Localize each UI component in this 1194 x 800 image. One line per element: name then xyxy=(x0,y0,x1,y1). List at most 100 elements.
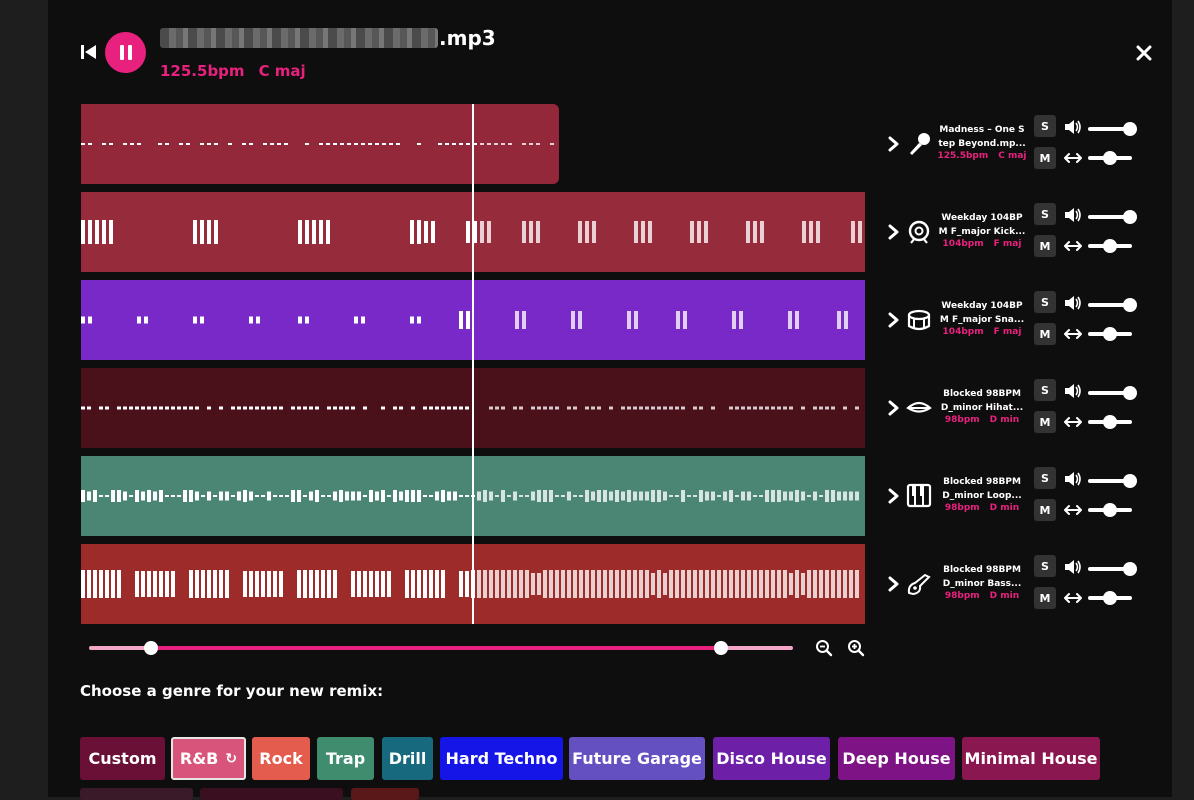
solo-button[interactable]: S xyxy=(1034,555,1056,577)
waveform-bar xyxy=(480,143,484,145)
zoom-in-icon[interactable] xyxy=(847,639,865,657)
waveform-bar xyxy=(111,570,115,598)
waveform-bar xyxy=(699,406,703,410)
pause-button[interactable] xyxy=(105,32,146,73)
waveform-bar xyxy=(855,406,859,410)
genre-chip-disco-house[interactable]: Disco House xyxy=(713,737,830,780)
volume-slider[interactable] xyxy=(1088,210,1137,224)
zoom-start-handle[interactable] xyxy=(144,641,158,655)
mute-button[interactable]: M xyxy=(1034,499,1056,521)
solo-button[interactable]: S xyxy=(1034,203,1056,225)
solo-button[interactable]: S xyxy=(1034,467,1056,489)
waveform-bar xyxy=(305,316,309,324)
waveform-bar xyxy=(483,570,487,598)
mute-button[interactable]: M xyxy=(1034,411,1056,433)
pan-icon xyxy=(1064,593,1082,603)
waveform-bar xyxy=(147,571,151,597)
track-lane-vocal[interactable] xyxy=(81,104,559,184)
pan-slider[interactable] xyxy=(1088,591,1132,605)
waveform-bar xyxy=(351,406,355,410)
waveform-bar xyxy=(597,406,601,410)
zoom-range-slider[interactable] xyxy=(89,641,793,655)
volume-slider[interactable] xyxy=(1088,386,1137,400)
refresh-icon[interactable]: ↻ xyxy=(225,751,237,767)
genre-chip-next-row[interactable] xyxy=(351,788,419,800)
genre-chip-trap[interactable]: Trap xyxy=(317,737,374,780)
volume-slider[interactable] xyxy=(1088,474,1137,488)
waveform-bar xyxy=(438,143,442,145)
pan-slider[interactable] xyxy=(1088,239,1132,253)
track-name: Blocked 98BPM D_minor Hihat... xyxy=(936,387,1028,415)
genre-chip-hard-techno[interactable]: Hard Techno xyxy=(440,737,563,780)
waveform-bar xyxy=(813,406,817,410)
waveform-bar xyxy=(536,221,540,243)
pan-knob[interactable] xyxy=(1103,239,1117,253)
mute-button[interactable]: M xyxy=(1034,147,1056,169)
volume-knob[interactable] xyxy=(1122,298,1137,312)
chevron-right-icon[interactable] xyxy=(886,575,900,593)
mute-button[interactable]: M xyxy=(1034,323,1056,345)
waveform-bar xyxy=(159,490,163,502)
waveform-bar xyxy=(153,491,157,501)
genre-chip-next-row[interactable] xyxy=(200,788,343,800)
volume-knob[interactable] xyxy=(1122,474,1137,488)
genre-chip-drill[interactable]: Drill xyxy=(382,737,433,780)
genre-chip-future-garage[interactable]: Future Garage xyxy=(569,737,705,780)
volume-slider[interactable] xyxy=(1088,122,1137,136)
waveform-bar xyxy=(717,495,721,497)
waveform-bar xyxy=(657,570,661,598)
chevron-right-icon[interactable] xyxy=(886,135,900,153)
pan-slider[interactable] xyxy=(1088,151,1132,165)
waveform-bar xyxy=(333,570,337,598)
genre-chip-deep-house[interactable]: Deep House xyxy=(838,737,955,780)
pan-knob[interactable] xyxy=(1103,591,1117,605)
pan-slider[interactable] xyxy=(1088,327,1132,341)
waveform-bar xyxy=(405,490,409,502)
solo-button[interactable]: S xyxy=(1034,291,1056,313)
genre-chip-rock[interactable]: Rock xyxy=(252,737,310,780)
waveform-bar xyxy=(345,491,349,501)
genre-chip-custom[interactable]: Custom xyxy=(80,737,165,780)
genre-chip-minimal-house[interactable]: Minimal House xyxy=(962,737,1100,780)
song-meta: 125.5bpm C maj xyxy=(160,62,306,80)
pan-knob[interactable] xyxy=(1103,151,1117,165)
chevron-right-icon[interactable] xyxy=(886,311,900,329)
pan-knob[interactable] xyxy=(1103,503,1117,517)
waveform-bar xyxy=(447,491,451,501)
chevron-right-icon[interactable] xyxy=(886,399,900,417)
waveform-bar xyxy=(327,570,331,598)
waveform-bar xyxy=(375,491,379,501)
zoom-end-handle[interactable] xyxy=(714,641,728,655)
volume-knob[interactable] xyxy=(1122,386,1137,400)
waveform-bar xyxy=(795,311,799,329)
waveform-bar xyxy=(735,406,739,410)
genre-chip-rnb[interactable]: R&B ↻ xyxy=(171,737,246,780)
genre-chip-next-row[interactable] xyxy=(80,788,193,800)
pan-slider[interactable] xyxy=(1088,415,1132,429)
waveform-bar xyxy=(261,571,265,597)
mute-button[interactable]: M xyxy=(1034,235,1056,257)
solo-button[interactable]: S xyxy=(1034,379,1056,401)
skip-back-icon[interactable] xyxy=(80,43,98,61)
waveform-bar xyxy=(597,570,601,598)
volume-slider[interactable] xyxy=(1088,298,1137,312)
volume-knob[interactable] xyxy=(1122,122,1137,136)
mute-button[interactable]: M xyxy=(1034,587,1056,609)
chevron-right-icon[interactable] xyxy=(886,223,900,241)
solo-button[interactable]: S xyxy=(1034,115,1056,137)
close-icon[interactable] xyxy=(1133,42,1155,64)
volume-icon xyxy=(1065,296,1081,310)
waveform-bar xyxy=(179,143,183,145)
waveform-vocal xyxy=(81,143,554,145)
playhead[interactable] xyxy=(472,104,474,624)
volume-knob[interactable] xyxy=(1122,562,1137,576)
volume-knob[interactable] xyxy=(1122,210,1137,224)
chevron-right-icon[interactable] xyxy=(886,487,900,505)
pan-slider[interactable] xyxy=(1088,503,1132,517)
volume-slider[interactable] xyxy=(1088,562,1137,576)
pan-knob[interactable] xyxy=(1103,415,1117,429)
waveform-bar xyxy=(312,220,316,244)
zoom-out-icon[interactable] xyxy=(815,639,833,657)
pan-knob[interactable] xyxy=(1103,327,1117,341)
waveform-bar xyxy=(417,220,421,244)
